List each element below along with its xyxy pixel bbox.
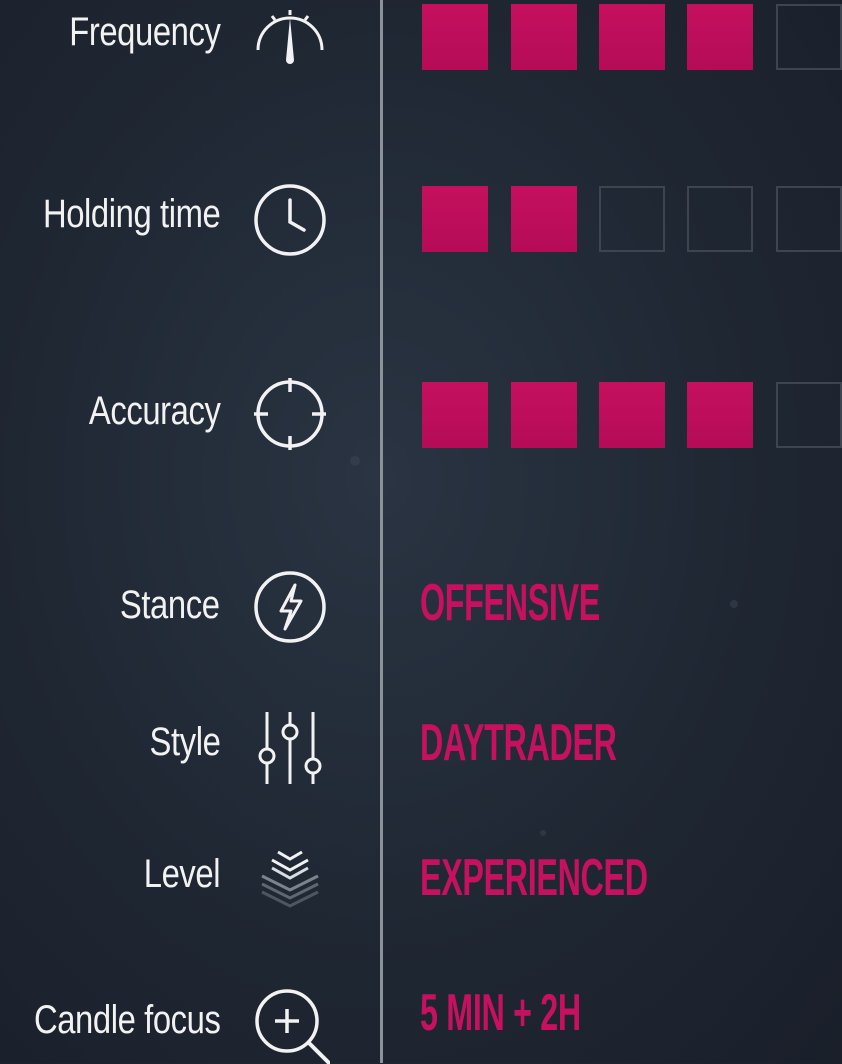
attribute-value: 5 MIN + 2H — [420, 984, 581, 1042]
rating-square-filled — [687, 4, 753, 70]
row-label: Accuracy — [88, 389, 220, 433]
rating-square-empty — [776, 4, 842, 70]
attribute-label: Style — [149, 720, 220, 764]
sliders-icon — [250, 706, 330, 786]
attribute-value: EXPERIENCED — [420, 849, 648, 907]
rating-square-filled — [599, 382, 665, 448]
attribute-value: DAYTRADER — [420, 714, 617, 772]
rating-square-empty — [776, 382, 842, 448]
rating-square-filled — [422, 186, 488, 252]
attribute-label: Level — [143, 852, 221, 896]
row-label: Holding time — [42, 192, 221, 236]
rating-square-filled — [599, 4, 665, 70]
background-dot — [350, 456, 360, 466]
background-dot — [730, 600, 738, 608]
attribute-value: OFFENSIVE — [420, 574, 600, 632]
background-dot — [540, 830, 546, 836]
speedometer-icon — [250, 0, 330, 78]
column-divider — [380, 0, 383, 1063]
rating-square-empty — [776, 186, 842, 252]
zoom-in-icon — [250, 984, 330, 1064]
rating-square-filled — [422, 4, 488, 70]
rating-square-empty — [687, 186, 753, 252]
rating-square-filled — [422, 382, 488, 448]
row-label: Frequency — [68, 10, 221, 54]
attribute-label: Candle focus — [33, 998, 220, 1042]
rating-square-filled — [511, 4, 577, 70]
clock-icon — [250, 180, 330, 260]
rating-square-filled — [687, 382, 753, 448]
lightning-icon — [250, 567, 330, 647]
layers-icon — [250, 838, 330, 918]
crosshair-icon — [250, 374, 330, 454]
rating-square-empty — [599, 186, 665, 252]
rating-square-filled — [511, 382, 577, 448]
attribute-label: Stance — [120, 583, 220, 627]
rating-square-filled — [511, 186, 577, 252]
